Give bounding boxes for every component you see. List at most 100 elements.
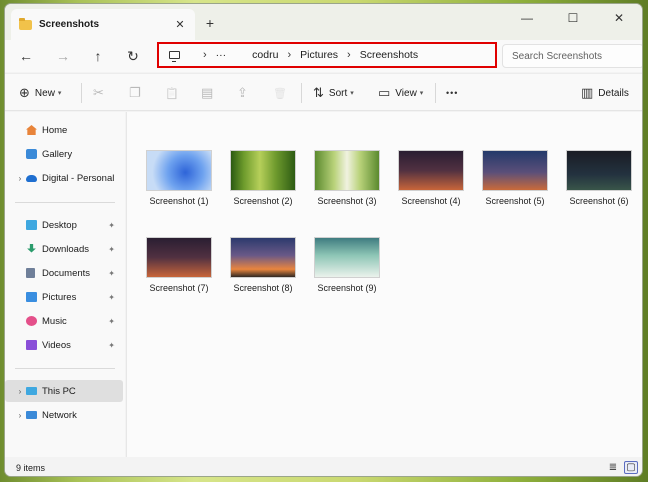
file-item[interactable]: Screenshot (3) [307,150,387,206]
file-item[interactable]: Screenshot (6) [559,150,639,206]
more-options-icon: ••• [446,88,459,98]
toolbar-divider [81,83,82,103]
sidebar-item-network[interactable]: › Network [5,404,123,426]
sort-button[interactable]: ⇅ Sort ▾ [313,74,354,112]
sidebar-item-label: Documents [42,267,91,279]
expand-chevron-icon[interactable]: › [14,174,26,183]
details-pane-button[interactable]: ▥ Details [581,74,629,112]
breadcrumb-codru[interactable]: codru [252,49,278,61]
large-icons-view-icon[interactable]: ▢ [624,461,638,474]
sidebar-item-gallery[interactable]: Gallery [5,143,123,165]
sidebar-item-desktop[interactable]: Desktop ✦ [5,214,123,236]
breadcrumb-overflow[interactable]: ··· [216,49,227,61]
delete-button[interactable]: 🗑 [273,74,292,112]
file-list: Screenshot (1) Screenshot (2) Screenshot… [126,112,642,457]
file-name: Screenshot (1) [149,196,209,206]
trash-icon: 🗑 [273,87,287,100]
minimize-button[interactable]: — [504,4,550,32]
breadcrumb-pictures[interactable]: Pictures [300,49,338,61]
new-button[interactable]: ⊕ New ▾ [19,74,61,112]
sidebar-item-music[interactable]: Music ✦ [5,310,123,332]
sidebar-item-label: Network [42,409,77,421]
address-bar[interactable]: › ··· › codru › Pictures › Screenshots [157,42,497,68]
details-view-icon[interactable]: ≣ [606,461,620,474]
music-icon [26,316,37,326]
sidebar-item-label: This PC [42,385,76,397]
cut-button[interactable]: ✂ [93,74,109,112]
sidebar-divider [15,202,115,203]
pin-icon: ✦ [108,244,115,254]
file-item[interactable]: Screenshot (4) [391,150,471,206]
paste-button[interactable]: 📋 [165,74,184,112]
copy-button[interactable]: ❐ [129,74,146,112]
file-explorer-window: Screenshots ✕ + — ☐ ✕ ← → ↑ ↻ › ··· › co… [4,3,643,477]
pin-icon: ✦ [108,316,115,326]
document-icon [26,268,35,278]
navigation-pane: Home Gallery › Digital - Personal Deskto… [5,112,125,457]
desktop-icon [26,220,37,230]
search-placeholder: Search Screenshots [512,50,603,62]
tab-screenshots[interactable]: Screenshots ✕ [11,9,195,40]
refresh-button[interactable]: ↻ [122,46,144,66]
breadcrumb-screenshots[interactable]: Screenshots [360,49,418,61]
sidebar-item-label: Digital - Personal [42,172,115,184]
sidebar-item-documents[interactable]: Documents ✦ [5,262,123,284]
see-more-button[interactable]: ••• [446,74,458,112]
new-label: New [34,87,55,99]
clipboard-icon: 📋 [165,87,179,100]
search-box[interactable]: Search Screenshots [502,44,642,68]
sidebar-item-label: Videos [42,339,71,351]
file-item[interactable]: Screenshot (7) [139,237,219,293]
pin-icon: ✦ [108,220,115,230]
pin-icon: ✦ [108,340,115,350]
copy-icon: ❐ [129,85,141,100]
back-button[interactable]: ← [15,46,37,66]
sidebar-item-home[interactable]: Home [5,119,123,141]
file-name: Screenshot (2) [233,196,293,206]
tab-title: Screenshots [39,19,100,30]
image-thumbnail [314,237,380,278]
sidebar-item-onedrive[interactable]: › Digital - Personal [5,167,123,189]
image-thumbnail [230,237,296,278]
toolbar-divider [435,83,436,103]
details-pane-icon: ▥ [581,85,594,100]
file-item[interactable]: Screenshot (2) [223,150,303,206]
image-thumbnail [230,150,296,191]
tab-close-icon[interactable]: ✕ [173,18,187,31]
maximize-button[interactable]: ☐ [550,4,596,32]
file-item[interactable]: Screenshot (8) [223,237,303,293]
command-bar: ⊕ New ▾ ✂ ❐ 📋 ▤ ⇪ 🗑 ⇅ Sort ▾ ▭ View ▾ ••… [5,73,642,111]
image-thumbnail [482,150,548,191]
gallery-icon [26,149,37,159]
rename-button[interactable]: ▤ [201,74,218,112]
image-thumbnail [146,150,212,191]
file-name: Screenshot (6) [569,196,629,206]
view-button[interactable]: ▭ View ▾ [378,74,423,112]
sidebar-item-downloads[interactable]: Downloads ✦ [5,238,123,260]
sidebar-item-label: Desktop [42,219,77,231]
view-icon: ▭ [378,85,391,100]
chevron-down-icon: ▾ [419,90,424,97]
file-name: Screenshot (8) [233,283,293,293]
sidebar-item-label: Music [42,315,67,327]
image-thumbnail [314,150,380,191]
details-label: Details [598,87,629,99]
sidebar-item-pictures[interactable]: Pictures ✦ [5,286,123,308]
file-item[interactable]: Screenshot (9) [307,237,387,293]
up-button[interactable]: ↑ [87,46,109,66]
sidebar-item-videos[interactable]: Videos ✦ [5,334,123,356]
close-button[interactable]: ✕ [596,4,642,32]
new-tab-button[interactable]: + [203,16,217,30]
expand-chevron-icon[interactable]: › [14,411,26,420]
share-button[interactable]: ⇪ [237,74,253,112]
file-item[interactable]: Screenshot (5) [475,150,555,206]
sidebar-item-this-pc[interactable]: › This PC [5,380,123,402]
file-item[interactable]: Screenshot (1) [139,150,219,206]
forward-button[interactable]: → [52,46,74,66]
video-icon [26,340,37,350]
item-count: 9 items [16,462,46,473]
window-controls: — ☐ ✕ [504,4,642,32]
sort-icon: ⇅ [313,85,324,100]
home-icon [26,125,37,135]
expand-chevron-icon[interactable]: › [14,387,26,396]
